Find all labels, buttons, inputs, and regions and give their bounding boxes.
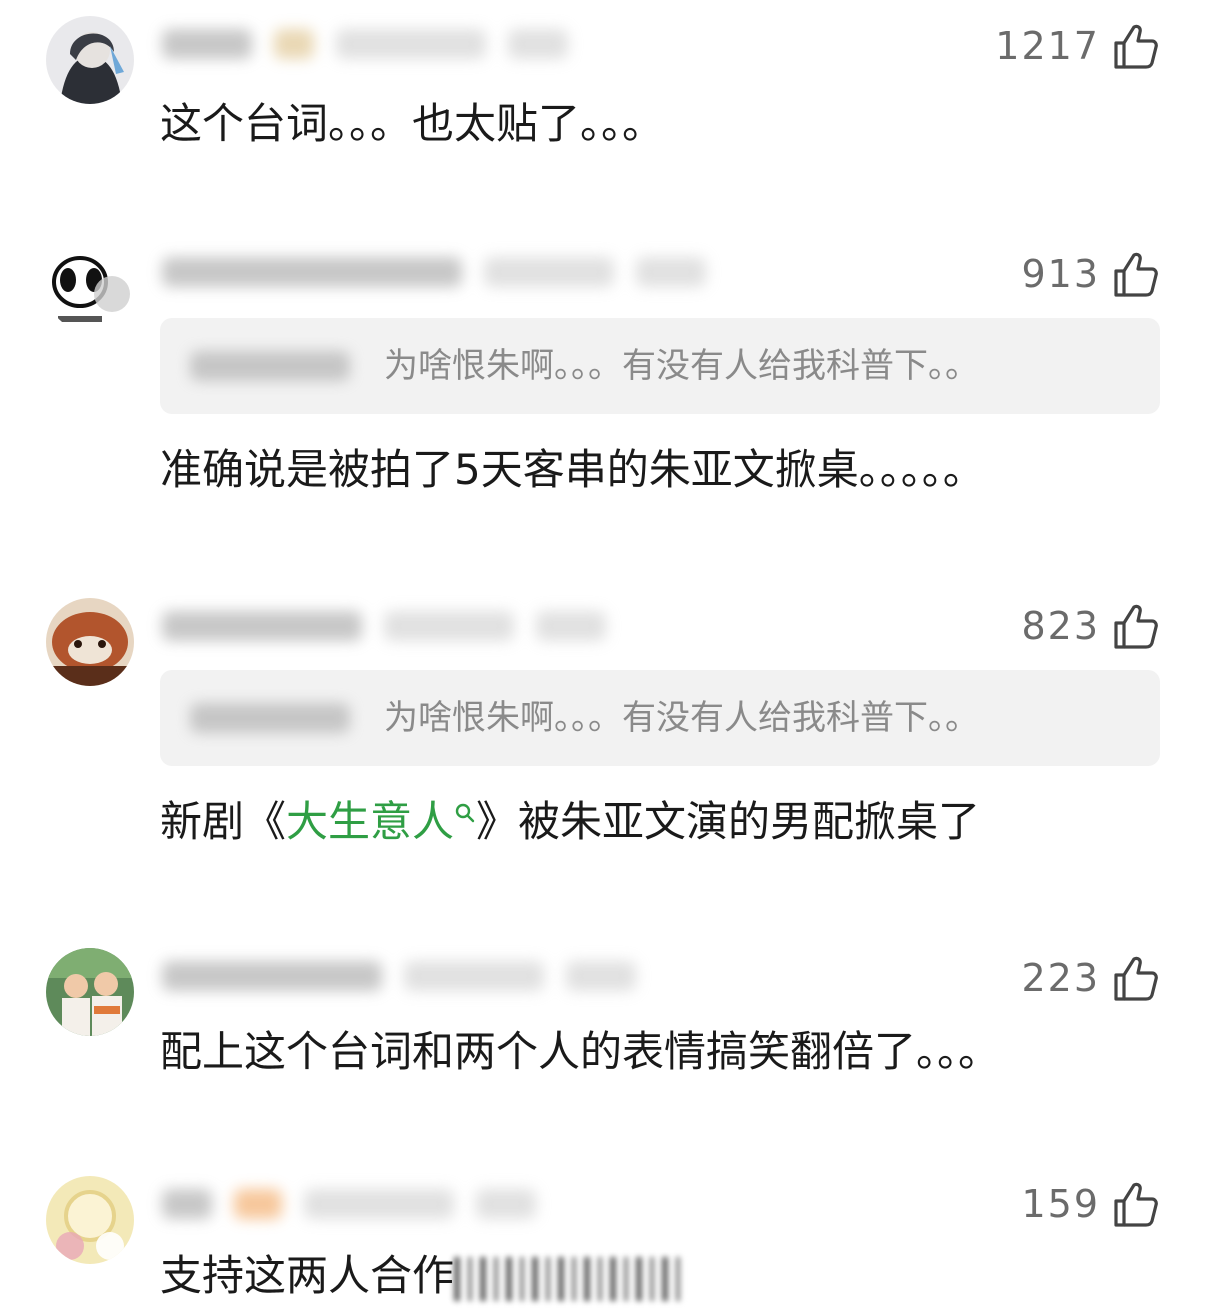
like-button[interactable]: 1217 [995,18,1160,74]
like-button[interactable]: 159 [1021,1176,1160,1232]
quoted-username-blurred [190,703,350,733]
thumbs-up-icon [1114,252,1158,297]
avatar[interactable] [46,1176,134,1264]
like-button[interactable]: 913 [1021,246,1160,302]
like-count: 823 [1021,604,1100,648]
avatar[interactable] [46,16,134,104]
search-icon [455,803,475,823]
thumbs-up-icon [1114,604,1158,649]
quoted-reply-text: 为啥恨朱啊。。。有没有人给我科普下。。 [384,698,979,738]
quoted-reply[interactable]: 为啥恨朱啊。。。有没有人给我科普下。。 [160,670,1160,766]
thumbs-up-icon [1114,956,1158,1001]
avatar[interactable] [46,598,134,686]
comment-text: 这个台词。。。也太贴了。。。 [160,99,665,148]
username-blurred [162,954,636,998]
avatar[interactable] [46,244,134,332]
username-blurred [162,604,606,648]
topic-link[interactable]: 大生意人 [286,797,476,846]
quoted-reply[interactable]: 为啥恨朱啊。。。有没有人给我科普下。。 [160,318,1160,414]
like-button[interactable]: 823 [1021,598,1160,654]
thumbs-up-icon [1114,24,1158,69]
avatar[interactable] [46,948,134,1036]
comment-text: 配上这个台词和两个人的表情搞笑翻倍了。。。 [160,1027,1001,1076]
comment-text: 新剧《大生意人 》被朱亚文演的男配掀桌了 [160,794,980,850]
quoted-username-blurred [190,351,350,381]
like-count: 159 [1021,1182,1100,1226]
obscured-text [454,1256,685,1301]
comment-text-visible: 支持这两人合作 [160,1251,455,1300]
topic-label: 大生意人 [286,797,455,846]
like-button[interactable]: 223 [1021,950,1160,1006]
comment-text-before: 新剧《 [160,797,287,846]
like-count: 1217 [995,24,1100,68]
username-blurred [162,1182,536,1226]
quoted-reply-text: 为啥恨朱啊。。。有没有人给我科普下。。 [384,346,979,386]
username-blurred [162,250,706,294]
like-count: 913 [1021,252,1100,296]
username-blurred [162,22,568,66]
comment-text: 准确说是被拍了5天客串的朱亚文掀桌。。。。。 [160,445,985,494]
comment-text: 支持这两人合作 [160,1248,685,1304]
like-count: 223 [1021,956,1100,1000]
comment-text-after: 》被朱亚文演的男配掀桌了 [476,797,981,846]
thumbs-up-icon [1114,1182,1158,1227]
